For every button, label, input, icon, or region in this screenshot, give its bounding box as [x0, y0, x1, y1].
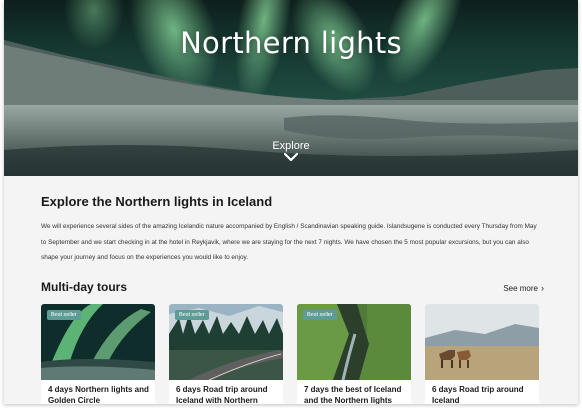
best-seller-badge: Best seller — [175, 310, 209, 320]
tour-card[interactable]: 6 days Road trip around Iceland — [425, 304, 539, 404]
hero-banner: Northern lights Explore — [4, 0, 578, 176]
tour-card[interactable]: Best seller 6 days Road trip around Icel… — [169, 304, 283, 404]
multi-day-tours-title: Multi-day tours — [41, 280, 127, 294]
section-title: Explore the Northern lights in Iceland — [41, 194, 273, 209]
tour-card-title: 4 days Northern lights and Golden Circle — [48, 385, 149, 404]
tour-card[interactable]: Best seller 7 days the best of Iceland a… — [297, 304, 411, 404]
see-more-label: See more — [503, 284, 538, 293]
intro-text: We will experience several sides of the … — [41, 223, 537, 261]
tour-card-list: Best seller 4 days Northern lights and G… — [41, 304, 541, 404]
tour-card-title: 6 days Road trip around Iceland — [432, 385, 524, 404]
explore-label: Explore — [272, 140, 310, 152]
page-frame: Northern lights Explore Explore the Nort… — [4, 0, 578, 404]
tour-card-title: 6 days Road trip around Iceland with Nor… — [176, 385, 268, 404]
chevron-down-icon — [284, 153, 298, 161]
tour-card-title: 7 days the best of Iceland and the North… — [304, 385, 402, 404]
tour-card[interactable]: Best seller 4 days Northern lights and G… — [41, 304, 155, 404]
tour-card-image — [425, 304, 539, 380]
see-more-link[interactable]: See more › — [503, 283, 544, 293]
best-seller-badge: Best seller — [303, 310, 337, 320]
explore-button[interactable]: Explore — [251, 140, 331, 161]
best-seller-badge: Best seller — [47, 310, 81, 320]
hero-title: Northern lights — [180, 26, 402, 60]
chevron-right-icon: › — [541, 283, 544, 293]
